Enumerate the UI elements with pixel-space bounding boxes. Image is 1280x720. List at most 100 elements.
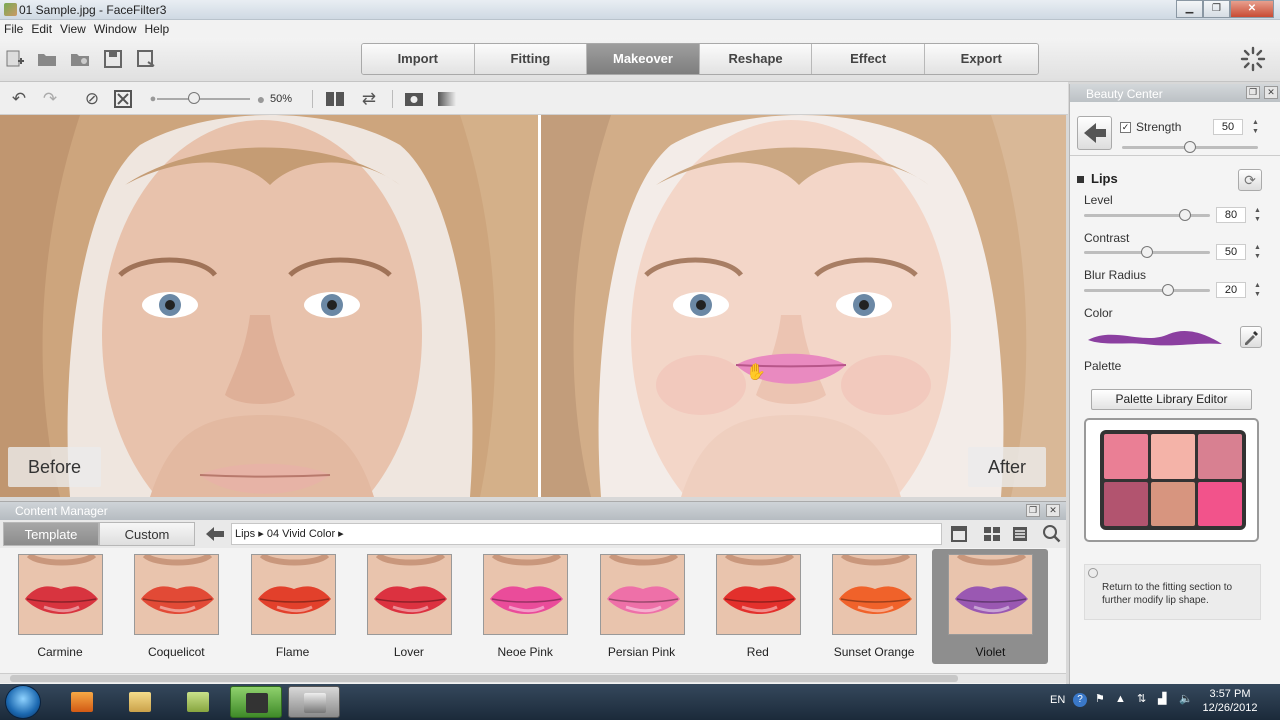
level-slider-track[interactable] xyxy=(1084,214,1210,217)
new-project-icon[interactable] xyxy=(4,49,26,69)
strength-stepper-icon[interactable]: ▲ ▼ xyxy=(1251,118,1260,136)
lip-template-item[interactable]: Flame xyxy=(235,549,351,664)
windows-taskbar: EN ? ⚑ ▲ ⇅ ▟ 🔈 3:57 PM 12/26/2012 xyxy=(0,684,1280,720)
save-as-icon[interactable] xyxy=(135,49,157,69)
lip-template-item[interactable]: Neoe Pink xyxy=(467,549,583,664)
camera-icon[interactable] xyxy=(404,89,424,109)
help-icon[interactable]: ? xyxy=(1073,693,1087,707)
before-photo-pane[interactable]: Before xyxy=(0,115,538,497)
lip-template-item[interactable]: Lover xyxy=(351,549,467,664)
level-slider-thumb[interactable] xyxy=(1178,209,1191,221)
palette-swatch[interactable] xyxy=(1198,481,1242,526)
palette-swatch[interactable] xyxy=(1104,481,1148,526)
lip-template-item[interactable]: Sunset Orange xyxy=(816,549,932,664)
grid-view-icon[interactable] xyxy=(982,524,1002,544)
redo-icon[interactable]: ↷ xyxy=(40,89,60,109)
tab-import[interactable]: Import xyxy=(362,44,475,74)
close-panel-button[interactable]: ✕ xyxy=(1264,86,1278,99)
palette-swatch[interactable] xyxy=(1198,434,1242,479)
taskbar-camera-app[interactable] xyxy=(230,686,282,718)
single-view-icon[interactable] xyxy=(949,524,969,544)
contrast-value[interactable]: 50 xyxy=(1216,244,1246,260)
tab-reshape[interactable]: Reshape xyxy=(699,44,813,74)
blur-radius-slider-track[interactable] xyxy=(1084,289,1210,292)
blur-radius-slider-thumb[interactable] xyxy=(1162,284,1174,296)
zoom-in-icon[interactable]: ● xyxy=(251,89,271,109)
strength-slider-thumb[interactable] xyxy=(1184,141,1196,153)
contrast-stepper-icon[interactable]: ▲ ▼ xyxy=(1253,243,1262,261)
action-center-icon[interactable]: ⚑ xyxy=(1095,692,1105,720)
split-view-icon[interactable] xyxy=(325,89,345,109)
tray-expand-icon[interactable]: ▲ xyxy=(1115,693,1126,720)
menu-window[interactable]: Window xyxy=(90,20,141,38)
search-icon[interactable] xyxy=(1042,524,1062,544)
taskbar-notes[interactable] xyxy=(172,686,224,718)
taskbar-explorer[interactable] xyxy=(114,686,166,718)
blur-radius-stepper-icon[interactable]: ▲ ▼ xyxy=(1253,281,1262,299)
fit-to-window-icon[interactable] xyxy=(113,89,133,109)
back-arrow-icon[interactable] xyxy=(204,525,226,543)
level-value[interactable]: 80 xyxy=(1216,207,1246,223)
close-button[interactable]: ✕ xyxy=(1230,0,1274,18)
menu-help[interactable]: Help xyxy=(141,20,174,38)
lip-template-thumbnail xyxy=(483,554,569,635)
lip-template-thumbnail xyxy=(18,554,103,635)
tab-fitting[interactable]: Fitting xyxy=(474,44,588,74)
zoom-slider-thumb[interactable] xyxy=(188,92,201,104)
tab-makeover[interactable]: Makeover xyxy=(587,44,700,74)
scrollbar-thumb[interactable] xyxy=(10,675,958,682)
reset-settings-button[interactable]: ⟳ xyxy=(1238,169,1262,191)
open-recent-icon[interactable] xyxy=(69,49,91,69)
lip-template-item[interactable]: Red xyxy=(700,549,816,664)
lip-template-item[interactable]: Violet xyxy=(932,549,1049,664)
tab-effect[interactable]: Effect xyxy=(812,44,925,74)
language-indicator[interactable]: EN xyxy=(1050,694,1065,720)
swap-view-icon[interactable]: ⇄ xyxy=(359,89,379,109)
palette-swatch[interactable] xyxy=(1104,434,1148,479)
clock[interactable]: 3:57 PM 12/26/2012 xyxy=(1200,687,1260,715)
list-view-icon[interactable] xyxy=(1010,524,1030,544)
tab-template[interactable]: Template xyxy=(3,522,99,546)
lip-template-thumbnail xyxy=(366,554,452,635)
breadcrumb-lips[interactable]: Lips xyxy=(235,528,255,540)
float-panel-button[interactable]: ❐ xyxy=(1246,86,1260,99)
strength-value[interactable]: 50 xyxy=(1213,119,1243,135)
palette-swatch[interactable] xyxy=(1151,434,1195,479)
contrast-slider-thumb[interactable] xyxy=(1141,246,1153,258)
close-panel-button[interactable]: ✕ xyxy=(1046,504,1060,517)
eyedropper-icon[interactable] xyxy=(1240,326,1262,348)
open-folder-icon[interactable] xyxy=(36,49,58,69)
undo-icon[interactable]: ↶ xyxy=(9,89,29,109)
menu-view[interactable]: View xyxy=(56,20,90,38)
taskbar-facefilter[interactable] xyxy=(288,686,340,718)
color-stroke-swatch[interactable] xyxy=(1084,324,1226,353)
back-to-list-button[interactable] xyxy=(1077,116,1112,150)
lip-template-item[interactable]: Persian Pink xyxy=(584,549,700,664)
lip-template-item[interactable]: Coquelicot xyxy=(118,549,234,664)
tab-export[interactable]: Export xyxy=(924,44,1038,74)
menu-edit[interactable]: Edit xyxy=(27,20,56,38)
float-panel-button[interactable]: ❐ xyxy=(1026,504,1040,517)
volume-icon[interactable]: 🔈 xyxy=(1179,692,1193,720)
tab-custom[interactable]: Custom xyxy=(99,522,195,546)
network-icon[interactable]: ▟ xyxy=(1158,692,1166,720)
palette-library-editor-button[interactable]: Palette Library Editor xyxy=(1091,389,1252,410)
taskbar-media-player[interactable] xyxy=(56,686,108,718)
minimize-button[interactable]: ▁ xyxy=(1176,0,1203,18)
lip-template-item[interactable]: Carmine xyxy=(2,549,118,664)
blur-radius-value[interactable]: 20 xyxy=(1216,282,1246,298)
menu-file[interactable]: File xyxy=(0,20,27,38)
gradient-icon[interactable] xyxy=(437,89,457,109)
sync-icon[interactable]: ⇅ xyxy=(1137,692,1146,720)
palette-swatch[interactable] xyxy=(1151,481,1195,526)
start-button[interactable] xyxy=(5,685,41,719)
after-photo-pane[interactable]: ✋ After xyxy=(541,115,1066,497)
level-stepper-icon[interactable]: ▲ ▼ xyxy=(1253,206,1262,224)
breadcrumb-vivid-color[interactable]: 04 Vivid Color xyxy=(267,528,335,540)
maximize-button[interactable]: ❐ xyxy=(1203,0,1230,18)
save-icon[interactable] xyxy=(102,49,124,69)
strength-checkbox[interactable]: ✓ xyxy=(1120,122,1131,133)
horizontal-scrollbar[interactable] xyxy=(0,673,1066,683)
zoom-slider-track[interactable] xyxy=(157,98,250,100)
reset-icon[interactable]: ⊘ xyxy=(82,89,102,109)
